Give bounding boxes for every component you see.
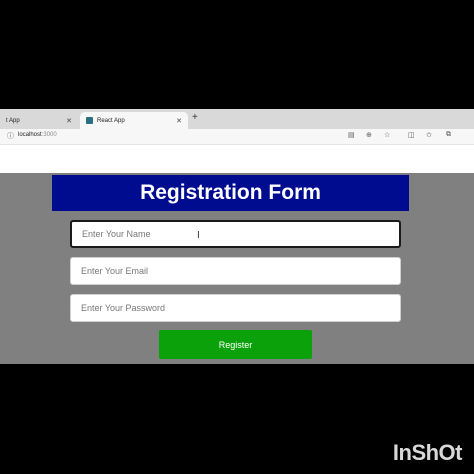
tab-react-app[interactable]: React App ✕: [80, 112, 188, 129]
zoom-icon[interactable]: ⊕: [366, 131, 372, 139]
url-port: :3000: [41, 132, 57, 138]
close-icon[interactable]: ✕: [176, 117, 182, 125]
text-cursor-icon: I: [197, 230, 200, 241]
page-top-area: [0, 145, 474, 173]
reader-icon[interactable]: ▤: [348, 131, 355, 139]
tab-previous[interactable]: t App ✕: [0, 112, 78, 129]
info-icon[interactable]: ⓘ: [7, 131, 14, 141]
close-icon[interactable]: ✕: [66, 117, 72, 125]
video-frame: t App ✕ React App ✕ + ⓘ localhost:3000 ▤…: [0, 0, 474, 474]
form-title: Registration Form: [52, 175, 409, 211]
register-button[interactable]: Register: [159, 330, 312, 359]
password-input[interactable]: [70, 294, 401, 322]
tab-label: t App: [6, 117, 20, 124]
favorites-bar-icon[interactable]: ✩: [426, 131, 432, 139]
name-input[interactable]: [70, 220, 401, 248]
favicon-icon: [86, 117, 93, 124]
email-input[interactable]: [70, 257, 401, 285]
tab-label: React App: [97, 117, 125, 124]
url-text[interactable]: localhost:3000: [18, 132, 57, 138]
tab-bar: t App ✕ React App ✕ +: [0, 109, 474, 130]
address-bar[interactable]: ⓘ localhost:3000 ▤ ⊕ ☆ ◫ ✩ ⧉: [0, 129, 474, 145]
extensions-icon[interactable]: ⧉: [446, 131, 451, 139]
new-tab-icon[interactable]: +: [192, 112, 198, 123]
split-screen-icon[interactable]: ◫: [408, 131, 415, 139]
favorite-icon[interactable]: ☆: [384, 131, 390, 139]
url-host: localhost: [18, 132, 42, 138]
inshot-watermark: InShOt: [392, 440, 463, 465]
